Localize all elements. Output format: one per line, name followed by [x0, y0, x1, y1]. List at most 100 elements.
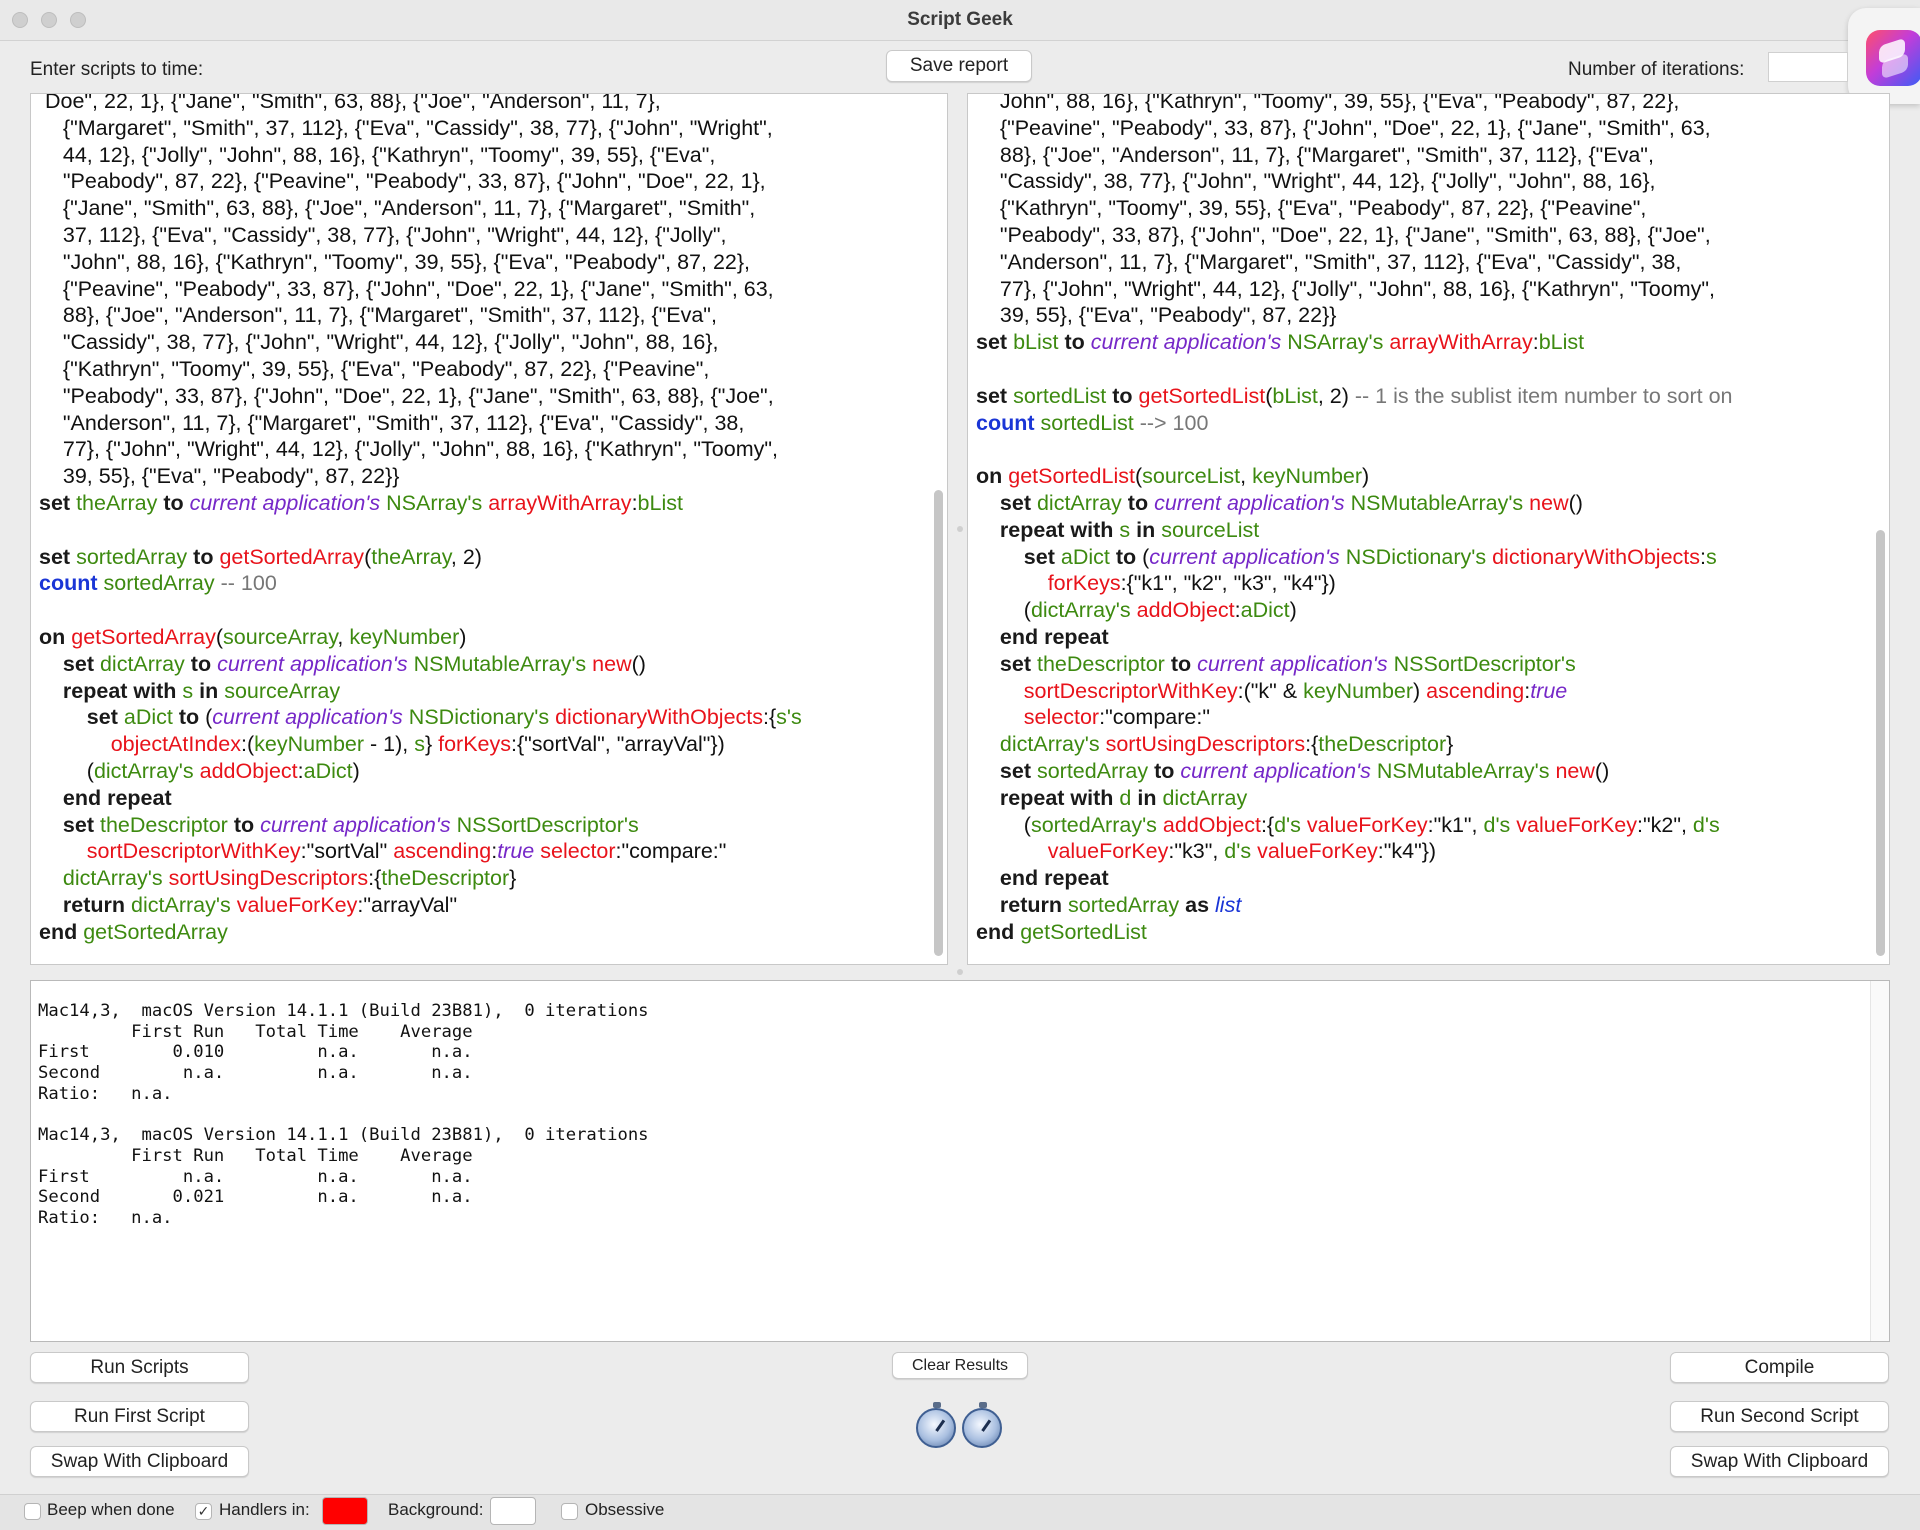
code-token: new	[1555, 758, 1595, 783]
code-line: "Peabody", 87, 22}, {"Peavine", "Peabody…	[39, 168, 925, 195]
code-line: "John", 88, 16}, {"Kathryn", "Toomy", 39…	[39, 249, 925, 276]
save-report-button[interactable]: Save report	[886, 50, 1032, 82]
code-token: current application's	[260, 812, 451, 837]
code-token: NSSortDescriptor's	[456, 812, 639, 837]
code-token: arrayWithArray	[1389, 330, 1533, 355]
code-token: dictionaryWithObjects	[555, 705, 763, 730]
stopwatch-icon	[916, 1402, 956, 1448]
code-token: set	[1023, 544, 1055, 569]
code-token: John", 88, 16}, {"Kathryn", "Toomy", 39,…	[976, 93, 1680, 113]
iterations-field[interactable]	[1768, 52, 1848, 82]
code-token: - 1),	[364, 732, 415, 757]
code-token: sortUsingDescriptors	[1105, 732, 1306, 757]
code-token: NSArray's	[386, 490, 483, 515]
run-scripts-button[interactable]: Run Scripts	[30, 1352, 249, 1383]
code-token: NSArray's	[1287, 330, 1384, 355]
beep-label: Beep when done	[47, 1500, 175, 1519]
code-token: s	[1119, 517, 1131, 542]
results-area[interactable]: Mac14,3, macOS Version 14.1.1 (Build 23B…	[30, 980, 1890, 1342]
code-token: :"arrayVal"	[357, 892, 458, 917]
background-color-well[interactable]	[490, 1497, 536, 1525]
swap-clipboard-right-button[interactable]: Swap With Clipboard	[1670, 1446, 1889, 1477]
swap-clipboard-left-button[interactable]: Swap With Clipboard	[30, 1446, 249, 1477]
code-token: {"Peavine", "Peabody", 33, 87}, {"John",…	[976, 115, 1711, 140]
code-token: getSortedArray	[83, 919, 228, 944]
code-token: d's	[1224, 839, 1252, 864]
code-token: keyNumber	[1252, 464, 1363, 489]
code-token: NSMutableArray's	[1376, 758, 1550, 783]
first-script-scrollbar[interactable]	[934, 490, 943, 956]
code-token: count	[39, 571, 98, 596]
code-line: end repeat	[976, 624, 1867, 651]
code-token: addObject	[199, 758, 298, 783]
second-script-editor[interactable]: John", 88, 16}, {"Kathryn", "Toomy", 39,…	[967, 93, 1890, 965]
code-token: dictArray's	[131, 892, 231, 917]
code-token: theDescriptor	[1036, 651, 1165, 676]
code-line: on getSortedArray(sourceArray, keyNumber…	[39, 624, 925, 651]
code-line: on getSortedList(sourceList, keyNumber)	[976, 463, 1867, 490]
vertical-split-handle[interactable]	[957, 526, 963, 532]
code-token: sortedArray	[103, 571, 215, 596]
code-token: set	[976, 330, 1008, 355]
code-line: set bList to current application's NSArr…	[976, 329, 1867, 356]
code-token: {"Kathryn", "Toomy", 39, 55}, {"Eva", "P…	[976, 196, 1647, 221]
code-token: bList	[1272, 383, 1318, 408]
code-token: d	[1119, 785, 1132, 810]
compile-button[interactable]: Compile	[1670, 1352, 1889, 1383]
run-second-script-button[interactable]: Run Second Script	[1670, 1401, 1889, 1432]
shortcuts-app-badge[interactable]	[1848, 8, 1920, 104]
code-line: {"Kathryn", "Toomy", 39, 55}, {"Eva", "P…	[39, 356, 925, 383]
run-first-script-button[interactable]: Run First Script	[30, 1401, 249, 1432]
code-token: current application's	[1154, 490, 1345, 515]
code-token: {"Jane", "Smith", 63, 88}, {"Joe", "Ande…	[39, 196, 756, 221]
code-token: sortDescriptorWithKey	[1023, 678, 1238, 703]
first-script-editor[interactable]: Doe", 22, 1}, {"Jane", "Smith", 63, 88},…	[30, 93, 948, 965]
code-token: forKeys	[438, 732, 512, 757]
code-token: }	[1446, 732, 1454, 757]
code-token: 44, 12}, {"Jolly", "John", 88, 16}, {"Ka…	[39, 142, 716, 167]
code-line: {"Jane", "Smith", 63, 88}, {"Joe", "Ande…	[39, 195, 925, 222]
clear-results-button[interactable]: Clear Results	[892, 1352, 1028, 1379]
code-line: "Cassidy", 38, 77}, {"John", "Wright", 4…	[39, 329, 925, 356]
title-bar: Script Geek	[0, 0, 1920, 41]
code-token: (	[976, 812, 1031, 837]
code-token: sortDescriptorWithKey	[86, 839, 301, 864]
code-line: "Peabody", 33, 87}, {"John", "Doe", 22, …	[39, 383, 925, 410]
code-line: count sortedArray -- 100	[39, 570, 925, 597]
code-token: objectAtIndex	[110, 732, 241, 757]
second-script-scrollbar[interactable]	[1876, 530, 1885, 956]
obsessive-checkbox[interactable]	[561, 1503, 578, 1520]
beep-checkbox[interactable]	[24, 1503, 41, 1520]
code-token: end repeat	[999, 866, 1109, 891]
handlers-checkbox[interactable]: ✓	[195, 1503, 212, 1520]
code-token: )	[1413, 678, 1427, 703]
code-token: sortedList	[1040, 410, 1134, 435]
results-scroll-gutter[interactable]	[1870, 981, 1889, 1341]
code-token: NSSortDescriptor's	[1393, 651, 1576, 676]
code-token: 77}, {"John", "Wright", 44, 12}, {"Jolly…	[39, 437, 778, 462]
handlers-color-well[interactable]	[322, 1497, 368, 1525]
code-token: in	[1137, 785, 1157, 810]
horizontal-split-handle[interactable]	[957, 969, 963, 975]
code-token: current application's	[189, 490, 381, 515]
code-line: {"Margaret", "Smith", 37, 112}, {"Eva", …	[39, 115, 925, 142]
code-token: new	[592, 651, 632, 676]
code-token: )	[1289, 598, 1297, 623]
results-text: Mac14,3, macOS Version 14.1.1 (Build 23B…	[38, 1001, 649, 1229]
code-token: getSortedList	[1020, 919, 1147, 944]
code-token: "Peabody", 33, 87}, {"John", "Doe", 22, …	[976, 222, 1711, 247]
code-token: , 2)	[450, 544, 482, 569]
code-token: }	[509, 866, 517, 891]
code-token: d's	[1692, 812, 1720, 837]
code-line: set aDict to (current application's NSDi…	[39, 704, 925, 731]
code-token: ()	[631, 651, 646, 676]
